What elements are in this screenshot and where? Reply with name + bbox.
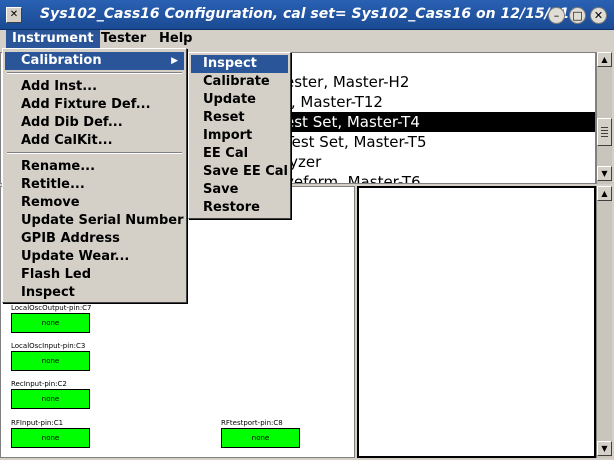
submenu-item-ee-cal[interactable]: EE Cal — [191, 145, 288, 163]
menu-separator — [7, 152, 182, 154]
menu-item-update-wear[interactable]: Update Wear... — [5, 248, 184, 266]
pin-label: RecInput-pin:C2 — [11, 380, 67, 388]
submenu-item-import[interactable]: Import — [191, 127, 288, 145]
menu-item-update-serial[interactable]: Update Serial Number — [5, 212, 184, 230]
pin-label: LocalOscInput-pin:C3 — [11, 342, 86, 350]
submenu-item-reset[interactable]: Reset — [191, 109, 288, 127]
menu-item-add-dib-def[interactable]: Add Dib Def... — [5, 114, 184, 132]
submenu-arrow-icon: ▶ — [171, 56, 178, 66]
list-item[interactable]: veform, Master-T6 — [281, 172, 595, 183]
list-item[interactable]: lyzer — [281, 152, 595, 172]
menu-item-remove[interactable]: Remove — [5, 194, 184, 212]
scroll-up-arrow-icon[interactable]: ▲ — [597, 186, 612, 201]
pin-label: RFInput-pin:C1 — [11, 419, 64, 427]
submenu-item-inspect[interactable]: Inspect — [191, 55, 288, 73]
menu-separator — [7, 72, 182, 74]
scrollbar-thumb[interactable] — [597, 118, 612, 146]
menu-item-calibration[interactable]: Calibration ▶ — [5, 52, 184, 70]
scroll-up-arrow-icon[interactable]: ▲ — [597, 52, 612, 67]
detail-scrollbar[interactable]: ▲ ▼ — [596, 186, 612, 458]
list-item[interactable]: Test Set, Master-T5 — [281, 132, 595, 152]
submenu-item-save[interactable]: Save — [191, 181, 288, 199]
pin-status-box[interactable]: none — [221, 428, 300, 448]
instrument-menu: Calibration ▶ Add Inst... Add Fixture De… — [2, 48, 187, 303]
pin-label: LocalOscOutput-pin:C7 — [11, 304, 92, 312]
menu-item-add-calkit[interactable]: Add CalKit... — [5, 132, 184, 150]
submenu-item-save-ee-cal[interactable]: Save EE Cal — [191, 163, 288, 181]
menu-item-inspect[interactable]: Inspect — [5, 284, 184, 302]
submenu-item-calibrate[interactable]: Calibrate — [191, 73, 288, 91]
menu-item-add-fixture-def[interactable]: Add Fixture Def... — [5, 96, 184, 114]
pin-status-box[interactable]: none — [11, 351, 90, 371]
menu-item-label: Calibration — [21, 53, 102, 68]
window-menu-icon[interactable]: ✕ — [6, 7, 22, 23]
maximize-button[interactable]: □ — [569, 7, 586, 24]
menu-instrument[interactable]: Instrument — [6, 30, 100, 48]
menu-item-flash-led[interactable]: Flash Led — [5, 266, 184, 284]
submenu-item-restore[interactable]: Restore — [191, 199, 288, 217]
title-bar: ✕ Sys102_Cass16 Configuration, cal set= … — [0, 0, 614, 30]
list-item[interactable]: ester, Master-H2 — [281, 72, 595, 92]
list-scrollbar[interactable]: ▲ ▼ — [596, 52, 612, 184]
menu-item-add-inst[interactable]: Add Inst... — [5, 78, 184, 96]
menu-item-gpib-address[interactable]: GPIB Address — [5, 230, 184, 248]
pin-label: RFtestport-pin:C8 — [221, 419, 283, 427]
pin-status-box[interactable]: none — [11, 389, 90, 409]
menubar: Instrument Tester Help — [0, 30, 614, 48]
menu-help[interactable]: Help — [153, 30, 198, 48]
menu-item-rename[interactable]: Rename... — [5, 158, 184, 176]
submenu-item-update[interactable]: Update — [191, 91, 288, 109]
menu-tester[interactable]: Tester — [95, 30, 152, 48]
minimize-button[interactable]: – — [548, 7, 565, 24]
menu-item-retitle[interactable]: Retitle... — [5, 176, 184, 194]
pin-status-box[interactable]: none — [11, 313, 90, 333]
scroll-down-arrow-icon[interactable]: ▼ — [597, 441, 612, 456]
window-title: Sys102_Cass16 Configuration, cal set= Sy… — [40, 6, 570, 22]
list-item[interactable]: t, Master-T12 — [281, 92, 595, 112]
list-item-selected[interactable]: est Set, Master-T4 — [281, 112, 595, 132]
pin-status-box[interactable]: none — [11, 428, 90, 448]
detail-panel — [357, 186, 596, 458]
scroll-down-arrow-icon[interactable]: ▼ — [597, 166, 612, 181]
calibration-submenu: Inspect Calibrate Update Reset Import EE… — [188, 52, 291, 219]
close-button[interactable]: ✕ — [590, 7, 607, 24]
